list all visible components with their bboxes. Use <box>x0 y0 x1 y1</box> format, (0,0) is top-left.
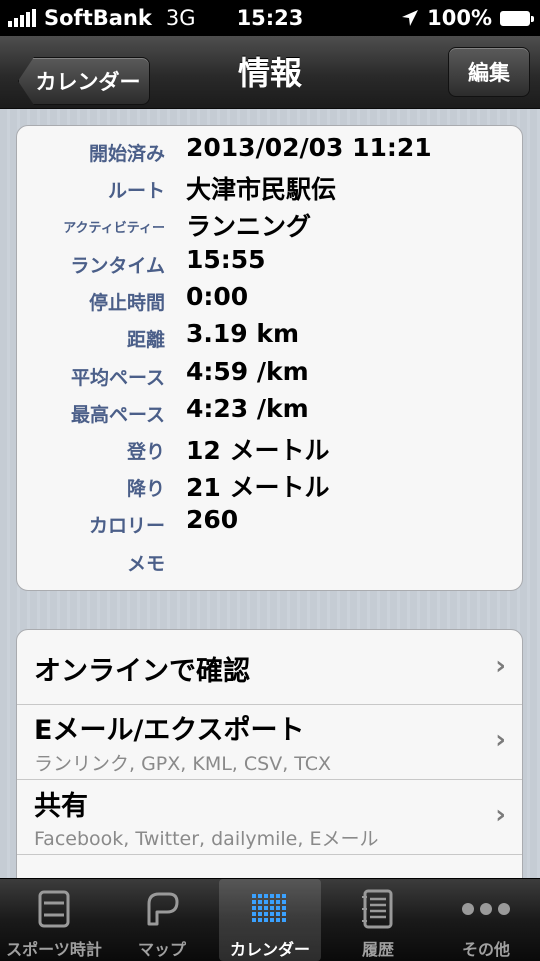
chevron-right-icon: › <box>495 725 506 755</box>
notebook-icon <box>362 889 393 929</box>
detail-value: 2013/02/03 11:21 <box>186 133 432 162</box>
detail-label: 最高ペース <box>70 404 165 426</box>
share-cell[interactable]: 共有 Facebook, Twitter, dailymile, Eメール › <box>17 780 522 855</box>
status-right: 100% <box>401 6 534 30</box>
detail-label: 登り <box>126 441 165 463</box>
tab-label: スポーツ時計 <box>6 940 102 959</box>
tab-label: その他 <box>461 940 510 959</box>
run-details-card: 開始済み 2013/02/03 11:21 ルート 大津市民駅伝 アクティビティ… <box>16 125 523 591</box>
tab-more[interactable]: その他 <box>432 879 540 961</box>
detail-label: 開始済み <box>88 143 165 165</box>
detail-label: ランタイム <box>70 255 165 277</box>
detail-row-ascent: 登り 12 メートル <box>17 429 522 466</box>
detail-row-calories: カロリー 260 <box>17 503 522 540</box>
detail-row-route: ルート 大津市民駅伝 <box>17 168 522 205</box>
detail-label: 降り <box>126 478 165 500</box>
detail-row-activity: アクティビティー ランニング <box>17 205 522 242</box>
detail-value: 4:59 /km <box>186 357 309 386</box>
tab-bar: スポーツ時計 マップ カレンダー 履歴 その他 <box>0 878 540 961</box>
map-icon <box>147 892 179 926</box>
chevron-right-icon: › <box>495 651 506 681</box>
battery-percent: 100% <box>427 6 492 30</box>
navigation-bar: カレンダー 情報 編集 <box>0 36 540 109</box>
tab-history[interactable]: 履歴 <box>324 879 432 961</box>
detail-row-stopped: 停止時間 0:00 <box>17 280 522 317</box>
detail-value: 260 <box>186 505 239 534</box>
detail-value: 0:00 <box>186 282 249 311</box>
more-dots-icon <box>462 903 510 915</box>
stopwatch-icon <box>38 890 70 928</box>
detail-row-max-pace: 最高ペース 4:23 /km <box>17 392 522 429</box>
edit-button[interactable]: 編集 <box>448 47 530 97</box>
detail-value: 12 メートル <box>186 436 330 465</box>
tab-map[interactable]: マップ <box>108 879 216 961</box>
status-bar: SoftBank 3G 15:23 100% <box>0 0 540 36</box>
detail-row-start: 開始済み 2013/02/03 11:21 <box>17 131 522 168</box>
detail-label: 停止時間 <box>88 292 165 314</box>
detail-value: 大津市民駅伝 <box>186 175 337 204</box>
detail-label: カロリー <box>88 515 165 537</box>
detail-value: 15:55 <box>186 245 266 274</box>
tab-stopwatch[interactable]: スポーツ時計 <box>0 879 108 961</box>
tab-label: 履歴 <box>361 940 394 959</box>
detail-row-runtime: ランタイム 15:55 <box>17 243 522 280</box>
location-arrow-icon <box>402 10 419 26</box>
cell-subtitle: Facebook, Twitter, dailymile, Eメール <box>34 828 379 850</box>
tab-calendar[interactable]: カレンダー <box>219 879 321 961</box>
chevron-right-icon: › <box>495 800 506 830</box>
detail-label: メモ <box>126 553 165 575</box>
detail-label: ルート <box>107 180 165 202</box>
detail-row-descent: 降り 21 メートル <box>17 466 522 503</box>
actions-list: オンラインで確認 › Eメール/エクスポート ランリンク, GPX, KML, … <box>16 629 523 889</box>
detail-value: ランニング <box>186 212 312 241</box>
detail-row-distance: 距離 3.19 km <box>17 317 522 354</box>
battery-icon <box>500 10 534 26</box>
detail-label: 距離 <box>126 329 165 351</box>
detail-row-memo[interactable]: メモ <box>17 541 522 578</box>
detail-value: 4:23 /km <box>186 394 309 423</box>
cell-title: オンラインで確認 <box>34 656 250 687</box>
tab-label: マップ <box>137 940 186 959</box>
detail-label: アクティビティー <box>63 221 165 236</box>
calendar-grid-icon <box>252 894 286 922</box>
view-online-cell[interactable]: オンラインで確認 › <box>17 630 522 705</box>
detail-label: 平均ペース <box>70 367 165 389</box>
detail-value: 21 メートル <box>186 473 330 502</box>
detail-row-avg-pace: 平均ペース 4:59 /km <box>17 355 522 392</box>
cell-subtitle: ランリンク, GPX, KML, CSV, TCX <box>34 753 332 775</box>
tab-label: カレンダー <box>229 940 310 959</box>
cell-title: 共有 <box>34 791 88 822</box>
email-export-cell[interactable]: Eメール/エクスポート ランリンク, GPX, KML, CSV, TCX › <box>17 705 522 780</box>
cell-title: Eメール/エクスポート <box>34 715 305 746</box>
detail-value: 3.19 km <box>186 319 300 348</box>
